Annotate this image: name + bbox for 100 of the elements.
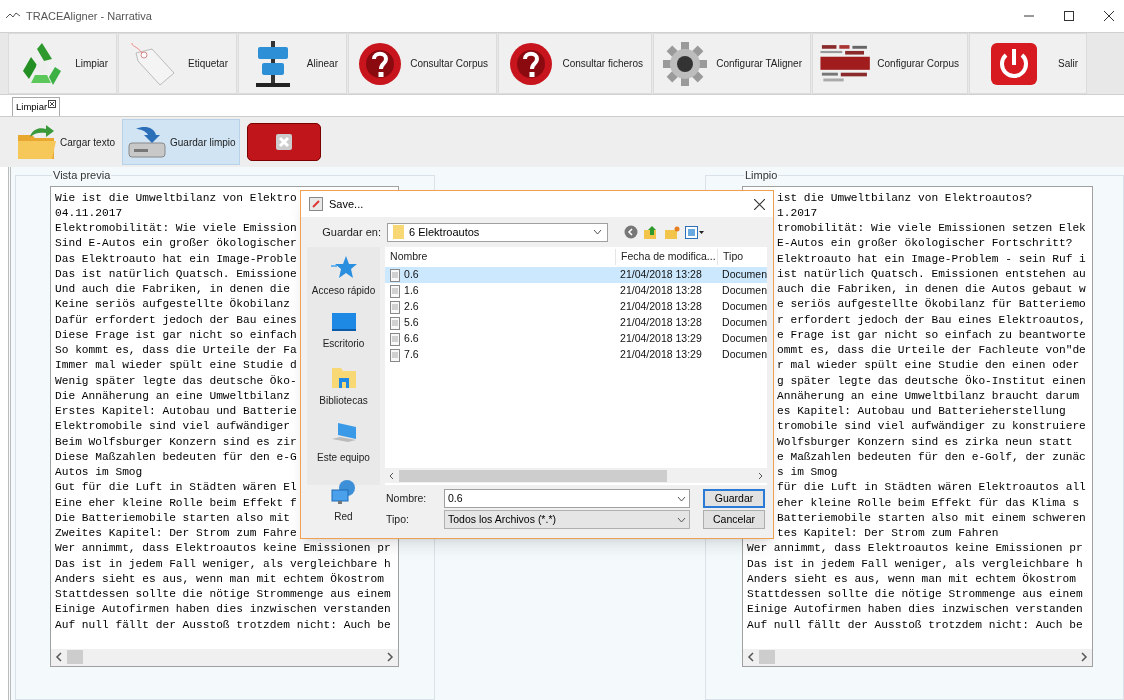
network-icon	[329, 479, 358, 505]
monitor-icon	[330, 312, 357, 332]
text-line: Wie ist die Umweltbilanz von Elektro	[55, 190, 297, 206]
folder-icon	[330, 365, 357, 389]
document-icon	[390, 284, 401, 298]
toolbar-button[interactable]: Etiquetar	[118, 33, 237, 94]
text-line: ommt es, dass die Urteile der Fachleute von"de	[777, 343, 1086, 358]
text-line: g später legte das deutsche Öko-Institut einen	[777, 373, 1086, 389]
horizontal-scrollbar[interactable]	[51, 648, 398, 666]
scroll-right-icon[interactable]	[385, 652, 395, 662]
text-line: Keine seriös aufgestellte Ökobilanz	[55, 297, 290, 313]
file-row[interactable]: 1.6 21/04/2018 13:28 Documen	[385, 283, 767, 299]
text-line: s im Smog	[777, 465, 838, 480]
scroll-right-icon[interactable]	[756, 471, 764, 480]
text-line: Annäherung an eine Umweltbilanz braucht darum	[777, 388, 1080, 404]
maximize-icon[interactable]	[1064, 11, 1074, 21]
file-row[interactable]: 5.6 21/04/2018 13:28 Documen	[385, 315, 767, 331]
app-logo-icon	[6, 12, 20, 20]
folder-arrow-icon	[16, 123, 58, 161]
toolbar-button[interactable]: Salir	[969, 33, 1087, 94]
panel-title: Limpio	[744, 168, 779, 183]
tab[interactable]: Limpiar	[12, 97, 61, 116]
text-line: Einige Autofirmen haben dies inzwischen verstanden	[55, 602, 391, 618]
text-line: Elektroauto hat ein Image-Problem - sein Ruf i	[777, 251, 1086, 267]
text-line: tromobilität: Wie viele Emissionen setzen Elek	[777, 221, 1086, 236]
place-item[interactable]: Red	[329, 479, 358, 524]
text-line: r mal wieder spült eine Studie den einen oder	[777, 358, 1080, 374]
delete-button[interactable]	[246, 123, 321, 161]
text-line: Dafür erfordert jedoch der Bau eines	[55, 312, 297, 328]
text-line: e Maßzahlen bedeuten für den e-Golf, der zunäc	[777, 449, 1086, 465]
scroll-thumb[interactable]	[67, 650, 83, 664]
file-row[interactable]: 0.6 21/04/2018 13:28 Documen	[385, 267, 767, 283]
scroll-thumb[interactable]	[399, 469, 668, 482]
chevron-down-icon	[593, 229, 602, 235]
column-header[interactable]: Fecha de modifica...	[615, 249, 718, 265]
toolbar-button[interactable]: Configurar Corpus	[812, 33, 968, 94]
text-line: Eine eher kleine Rolle beim Effekt f	[55, 495, 297, 511]
column-header[interactable]: Tipo	[717, 249, 767, 265]
action-button[interactable]: Guardar limpio	[122, 119, 240, 165]
text-line: tes Kapitel: Der Strom zum Fahren	[777, 526, 999, 541]
file-name: 2.6	[404, 299, 419, 315]
action-button[interactable]: Cargar texto	[12, 119, 120, 165]
text-line: Das ist natürlich Quatsch. Emissione	[55, 266, 297, 282]
toolbar-button[interactable]: Configurar TAligner	[653, 33, 811, 94]
power-icon	[989, 40, 1039, 87]
view-menu-icon[interactable]	[685, 225, 705, 239]
folder-name: 6 Elektroautos	[409, 224, 481, 240]
text-line: Das Elektroauto hat ein Image-Proble	[55, 251, 297, 267]
question-icon	[507, 40, 554, 87]
back-icon[interactable]	[624, 225, 638, 239]
file-type-dropdown[interactable]: Todos los Archivos (*.*)	[444, 510, 690, 529]
place-item[interactable]: Acceso rápido	[311, 255, 376, 298]
cancel-button[interactable]: Cancelar	[703, 510, 765, 529]
toolbar-button[interactable]: Limpiar	[8, 33, 117, 94]
save-button[interactable]: Guardar	[703, 489, 765, 508]
file-list[interactable]	[385, 247, 767, 485]
scroll-left-icon[interactable]	[746, 652, 756, 662]
column-header[interactable]: Nombre	[385, 249, 616, 265]
file-name: 5.6	[404, 315, 419, 331]
file-type: Documen	[721, 347, 767, 363]
text-line: Immer mal wieder spült eine Studie d	[55, 358, 297, 374]
file-name-field[interactable]: 0.6	[444, 489, 690, 508]
place-item[interactable]: Escritorio	[322, 312, 365, 351]
toolbar-button[interactable]: Alinear	[238, 33, 347, 94]
file-row[interactable]: 2.6 21/04/2018 13:28 Documen	[385, 299, 767, 315]
text-line: Die Annäherung an eine Umweltbilanz	[55, 388, 290, 404]
place-item[interactable]: Este equipo	[317, 422, 370, 465]
file-type: Documen	[721, 267, 767, 283]
text-line: e seriös aufgestellte Ökobilanz für Batteriemo	[777, 297, 1086, 313]
file-date: 21/04/2018 13:28	[619, 283, 703, 299]
text-line: 1.2017	[777, 205, 818, 221]
close-icon[interactable]	[1104, 11, 1114, 21]
text-line: Erstes Kapitel: Autobau und Batterie	[55, 404, 297, 419]
scroll-right-icon[interactable]	[1079, 652, 1089, 662]
folder-dropdown[interactable]: 6 Elektroautos	[387, 222, 608, 242]
horizontal-scrollbar[interactable]	[743, 648, 1092, 666]
text-line: für die Luft in Städten wären Elektroautos all	[777, 480, 1086, 496]
close-icon[interactable]	[754, 198, 765, 210]
close-tab-icon[interactable]	[48, 100, 57, 108]
text-line: ist die Umweltbilanz von Elektroautos?	[777, 190, 1033, 206]
scroll-thumb[interactable]	[759, 650, 775, 664]
type-label: Tipo:	[386, 511, 410, 527]
text-line: Anders sieht es aus, wenn man mit echtem Ökostrom	[747, 571, 1076, 587]
scroll-left-icon[interactable]	[54, 652, 64, 662]
text-line: Elektromobilität: Wie viele Emission	[55, 221, 297, 236]
file-date: 21/04/2018 13:29	[619, 347, 703, 363]
place-item[interactable]: Bibliotecas	[319, 365, 368, 408]
app-icon	[309, 197, 323, 211]
text-line: ist natürlich Quatsch. Emissionen entstehen au	[777, 266, 1086, 282]
folder-up-icon[interactable]	[643, 224, 659, 240]
toolbar-button[interactable]: Consultar Corpus	[348, 33, 497, 94]
text-line: So kommt es, dass die Urteile der Fa	[55, 343, 297, 358]
panel-title: Vista previa	[52, 168, 112, 183]
file-row[interactable]: 6.6 21/04/2018 13:29 Documen	[385, 331, 767, 347]
toolbar-button[interactable]: Consultar ficheros	[498, 33, 652, 94]
star-icon	[330, 255, 357, 279]
file-name: 6.6	[404, 331, 419, 347]
file-row[interactable]: 7.6 21/04/2018 13:29 Documen	[385, 347, 767, 363]
text-line: Sind E-Autos ein großer ökologischer	[55, 236, 297, 252]
file-name: 7.6	[404, 347, 419, 363]
